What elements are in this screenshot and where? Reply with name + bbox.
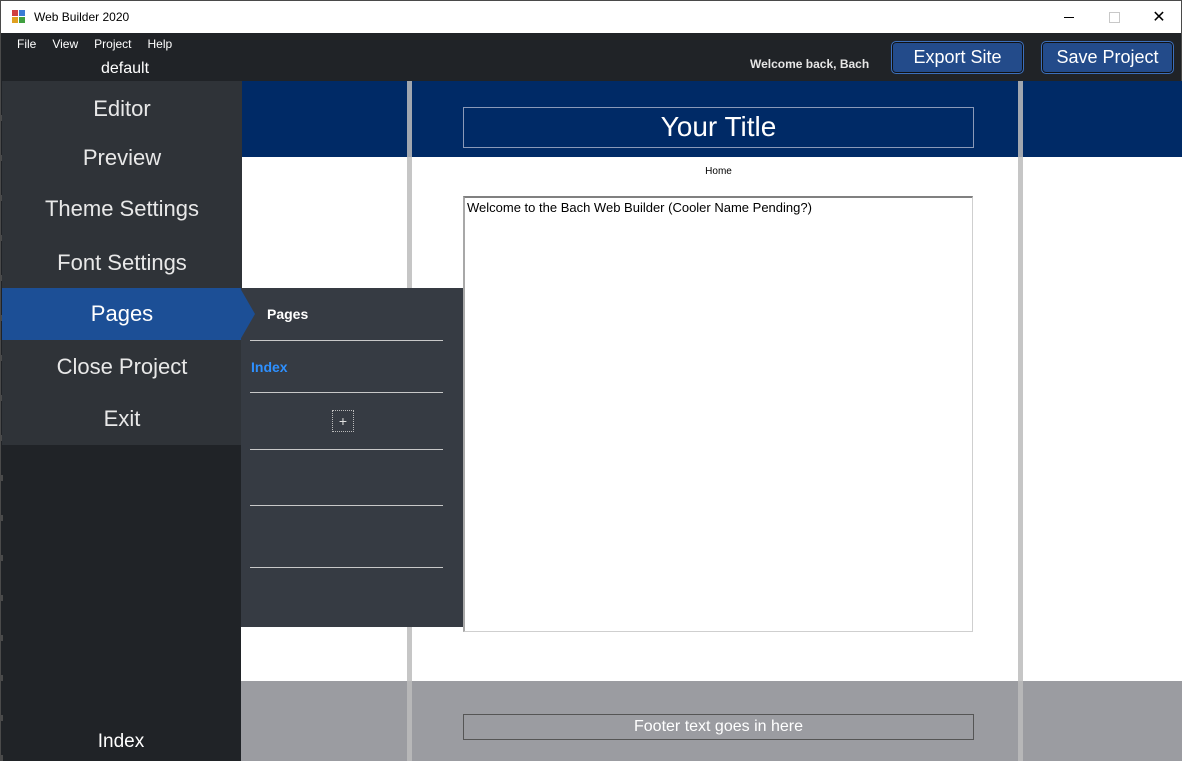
sidebar-item-pages[interactable]: Pages xyxy=(2,288,242,340)
sidebar-item-theme-settings[interactable]: Theme Settings xyxy=(2,196,242,226)
site-nav-home[interactable]: Home xyxy=(463,166,974,177)
divider xyxy=(250,449,443,450)
app-header: File View Project Help default Welcome b… xyxy=(0,33,1182,81)
current-page-label: Index xyxy=(97,731,145,752)
window-titlebar: Web Builder 2020 ✕ xyxy=(0,0,1182,33)
export-site-button[interactable]: Export Site xyxy=(891,41,1024,74)
sidebar: Editor Preview Theme Settings Font Setti… xyxy=(0,81,242,761)
divider xyxy=(250,505,443,506)
project-name: default xyxy=(101,60,150,77)
sidebar-item-preview[interactable]: Preview xyxy=(2,145,242,175)
pages-panel: Pages Index + xyxy=(241,288,463,627)
close-icon: ✕ xyxy=(1152,9,1166,26)
sidebar-item-exit[interactable]: Exit xyxy=(2,406,242,436)
menu-view[interactable]: View xyxy=(44,37,86,51)
sidebar-item-font-settings[interactable]: Font Settings xyxy=(2,250,242,280)
active-item-pointer xyxy=(240,288,255,340)
divider xyxy=(250,340,443,341)
menu-project[interactable]: Project xyxy=(86,37,139,51)
divider xyxy=(250,567,443,568)
menu-bar: File View Project Help xyxy=(9,37,180,51)
menu-help[interactable]: Help xyxy=(140,37,181,51)
site-content-editor[interactable]: Welcome to the Bach Web Builder (Cooler … xyxy=(463,196,973,632)
page-link-index[interactable]: Index xyxy=(251,359,288,375)
plus-icon: + xyxy=(338,413,348,429)
maximize-button[interactable] xyxy=(1091,1,1137,33)
page-edge-right xyxy=(1018,81,1023,761)
window-title: Web Builder 2020 xyxy=(34,10,130,24)
add-page-button[interactable]: + xyxy=(332,410,354,432)
pages-panel-title: Pages xyxy=(267,306,309,322)
close-button[interactable]: ✕ xyxy=(1136,1,1182,33)
minimize-button[interactable] xyxy=(1046,1,1092,33)
site-content-text: Welcome to the Bach Web Builder (Cooler … xyxy=(467,200,812,215)
welcome-message: Welcome back, Bach xyxy=(750,57,870,71)
site-footer-field[interactable]: Footer text goes in here xyxy=(463,714,974,740)
sidebar-nav: Editor Preview Theme Settings Font Setti… xyxy=(2,81,242,445)
sidebar-item-editor[interactable]: Editor xyxy=(2,96,242,126)
app-icon xyxy=(12,10,26,24)
site-title-field[interactable]: Your Title xyxy=(463,107,974,148)
sidebar-item-close-project[interactable]: Close Project xyxy=(2,354,242,384)
divider xyxy=(250,392,443,393)
save-project-button[interactable]: Save Project xyxy=(1041,41,1174,74)
menu-file[interactable]: File xyxy=(9,37,44,51)
